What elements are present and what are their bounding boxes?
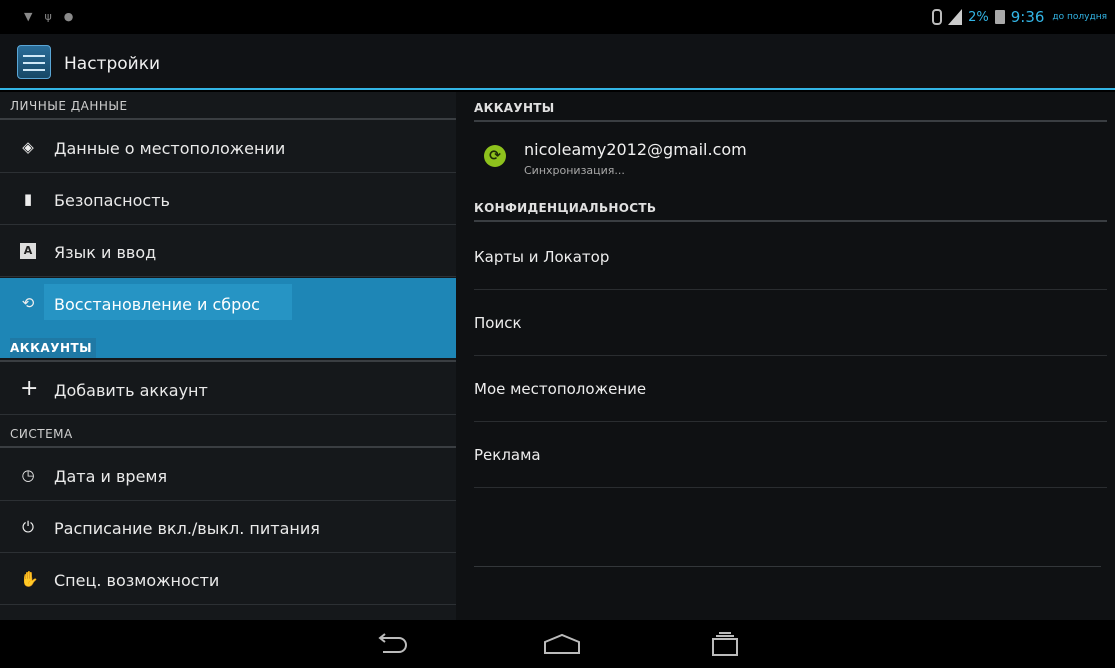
keyboard-icon: A [20,243,36,259]
privacy-item-my-location[interactable]: Мое местоположение [474,356,1107,422]
plus-icon: + [20,376,39,401]
lock-icon: ▮ [23,190,33,208]
android-debug-icon: ● [63,10,74,23]
system-status: 2% 9:36 до полудня [932,8,1107,26]
sidebar-item-label: Расписание вкл./выкл. питания [54,519,320,538]
section-header-system: СИСТЕМА [0,420,456,448]
page-title: Настройки [64,54,161,74]
battery-charging-icon [994,10,1005,24]
usb-icon: ψ [44,10,52,23]
bluetooth-icon [932,9,943,25]
sidebar-item-label: Безопасность [54,191,170,210]
sidebar-item-label: Данные о местоположении [54,139,286,158]
action-bar: Настройки [0,34,1115,90]
sidebar-item-date-time[interactable]: ◷ Дата и время [0,450,456,501]
backup-restore-icon: ⟲ [21,294,35,312]
privacy-item-ads[interactable]: Реклама [474,422,1107,488]
section-header-accounts-detail: АККАУНТЫ [474,96,1107,122]
signal-icon [948,9,963,25]
sidebar-item-language[interactable]: A Язык и ввод [0,226,456,277]
hand-icon: ✋ [20,570,39,588]
add-account-button[interactable]: + Добавить аккаунт [0,364,456,415]
power-schedule-icon: ⏻ [22,518,34,536]
section-header-privacy: КОНФИДЕНЦИАЛЬНОСТЬ [474,196,1107,222]
clock-time: 9:36 [1010,8,1045,26]
privacy-item-maps[interactable]: Карты и Локатор [474,224,1107,290]
section-header-personal: ЛИЧНЫЕ ДАННЫЕ [0,92,456,120]
clock-icon: ◷ [21,466,35,484]
account-item[interactable]: ⟳ nicoleamy2012@gmail.com Синхронизация.… [474,128,1107,186]
navigation-bar [0,620,1115,668]
account-email: nicoleamy2012@gmail.com [524,140,747,159]
privacy-item-label: Мое местоположение [474,380,647,398]
sidebar-item-location[interactable]: ◈ Данные о местоположении [0,122,456,173]
battery-percent: 2% [968,9,989,25]
add-account-label: Добавить аккаунт [54,381,208,400]
back-icon[interactable] [375,632,409,656]
privacy-item-search[interactable]: Поиск [474,290,1107,356]
location-icon: ◈ [22,138,34,156]
clock-ampm: до полудня [1052,12,1107,22]
privacy-item-label: Поиск [474,314,522,332]
section-header-accounts: АККАУНТЫ [0,334,456,362]
sidebar-item-accessibility[interactable]: ✋ Спец. возможности [0,554,456,605]
sidebar-item-label: Дата и время [54,467,168,486]
settings-categories: ЛИЧНЫЕ ДАННЫЕ ◈ Данные о местоположении … [0,92,456,620]
notification-icons: ▼ ψ ● [24,10,73,23]
sidebar-item-partial[interactable] [0,606,456,620]
home-icon[interactable] [541,633,583,655]
sidebar-item-label: Спец. возможности [54,571,220,590]
recent-apps-icon[interactable] [710,630,740,658]
status-bar: ▼ ψ ● 2% 9:36 до полудня [0,0,1115,34]
privacy-item-label: Карты и Локатор [474,248,610,266]
privacy-item-label: Реклама [474,446,541,464]
sidebar-item-power-schedule[interactable]: ⏻ Расписание вкл./выкл. питания [0,502,456,553]
wifi-icon: ▼ [24,10,33,23]
sidebar-item-security[interactable]: ▮ Безопасность [0,174,456,225]
list-end-divider [474,566,1101,567]
account-sync-status: Синхронизация... [524,164,625,177]
sidebar-item-label: Язык и ввод [54,243,157,262]
section-header-label: АККАУНТЫ [10,338,97,358]
sync-icon: ⟳ [484,145,506,167]
sidebar-item-label: Восстановление и сброс [54,295,260,314]
settings-sliders-icon[interactable] [17,45,51,79]
